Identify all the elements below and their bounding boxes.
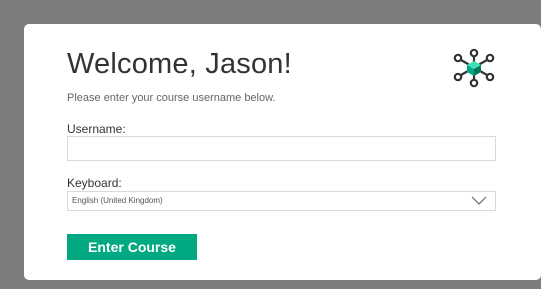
login-card: Welcome, Jason! Please enter your course…: [24, 24, 541, 280]
keyboard-select[interactable]: English (United Kingdom): [67, 191, 496, 211]
instructions-text: Please enter your course username below.: [67, 92, 276, 104]
welcome-title: Welcome, Jason!: [67, 48, 292, 80]
username-input[interactable]: [67, 136, 496, 161]
username-label: Username:: [67, 122, 126, 136]
keyboard-selected-value: English (United Kingdom): [72, 196, 163, 205]
network-hub-icon: [453, 48, 495, 88]
chevron-down-icon: [471, 196, 487, 205]
enter-course-button[interactable]: Enter Course: [67, 234, 197, 260]
keyboard-label: Keyboard:: [67, 176, 122, 190]
